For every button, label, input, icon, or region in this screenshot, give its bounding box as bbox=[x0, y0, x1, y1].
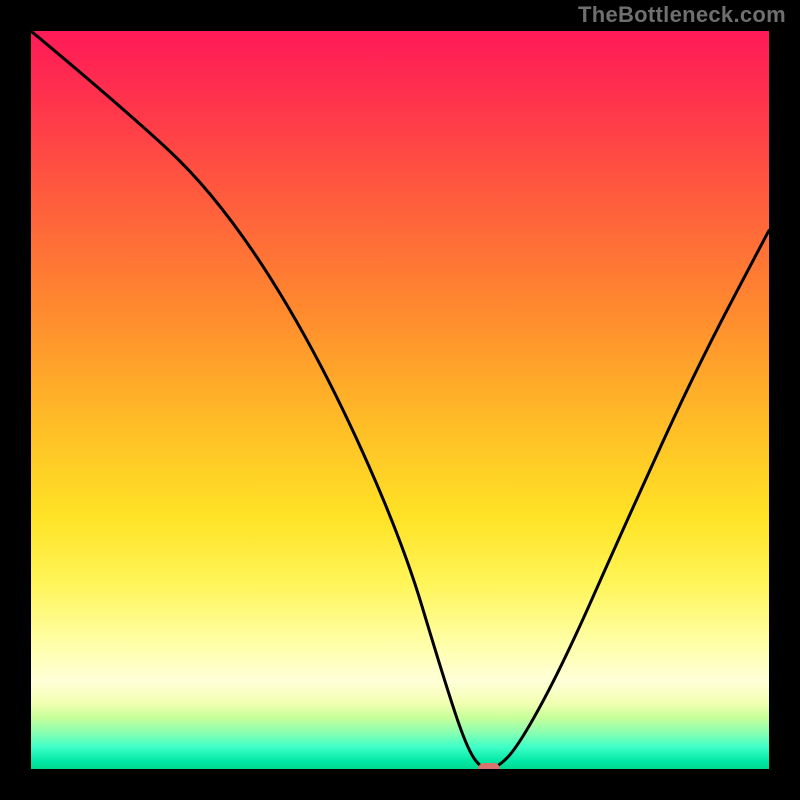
curve-svg bbox=[31, 31, 769, 769]
optimal-marker bbox=[478, 763, 500, 769]
watermark-text: TheBottleneck.com bbox=[578, 2, 786, 28]
chart-container: TheBottleneck.com bbox=[0, 0, 800, 800]
plot-area bbox=[31, 31, 769, 769]
bottleneck-curve-path bbox=[31, 31, 769, 769]
